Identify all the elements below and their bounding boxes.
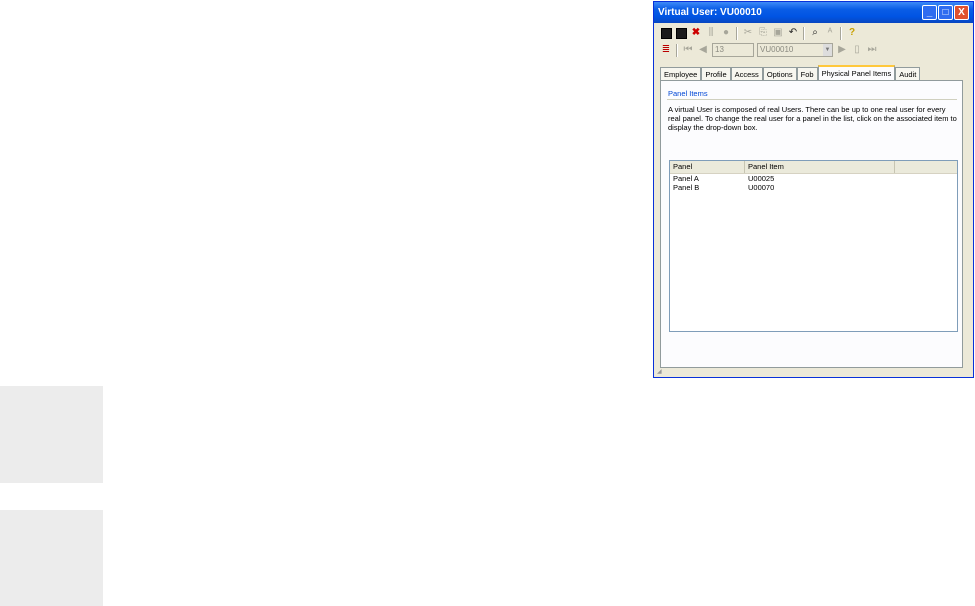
tab-strip: Employee Profile Access Options Fob Phys… bbox=[660, 65, 921, 83]
main-toolbar: ✖ ⫼ ● ✂ ⎘ ▣ ↶ ⌕ ᴬ ? bbox=[660, 25, 861, 41]
list-row[interactable]: Panel B U00070 bbox=[670, 183, 957, 192]
minimize-button[interactable]: _ bbox=[922, 5, 937, 20]
toolbar-separator bbox=[736, 26, 738, 40]
column-header-empty[interactable] bbox=[895, 161, 957, 173]
window-title: Virtual User: VU00010 bbox=[658, 7, 762, 18]
list-row[interactable]: Panel A U00025 bbox=[670, 174, 957, 183]
cell-panel: Panel A bbox=[673, 174, 699, 183]
group-title: Panel Items bbox=[668, 89, 708, 98]
record-list-icon[interactable]: ≣ bbox=[660, 44, 672, 56]
navigation-toolbar: ≣ ⏮ ◀ 13 VU00010 ▼ ▶ ▯ ⏭ bbox=[660, 42, 881, 58]
maximize-button[interactable]: □ bbox=[938, 5, 953, 20]
cell-panel-item[interactable]: U00025 bbox=[745, 174, 895, 183]
toolbar-separator bbox=[840, 26, 842, 40]
record-select[interactable]: VU00010 ▼ bbox=[757, 43, 833, 57]
record-icon[interactable]: ● bbox=[720, 27, 732, 39]
column-header-panel[interactable]: Panel bbox=[670, 161, 745, 173]
copy-icon[interactable]: ⎘ bbox=[757, 27, 769, 39]
columns-icon[interactable]: ⫼ bbox=[705, 27, 717, 39]
virtual-user-window: Virtual User: VU00010 _ □ X ✖ ⫼ ● ✂ ⎘ ▣ … bbox=[653, 1, 974, 378]
cut-icon[interactable]: ✂ bbox=[742, 27, 754, 39]
first-record-icon[interactable]: ⏮ bbox=[682, 44, 694, 56]
gray-block-top bbox=[0, 386, 103, 483]
tab-audit[interactable]: Audit bbox=[895, 67, 921, 81]
group-description: A virtual User is composed of real Users… bbox=[668, 105, 957, 132]
save-close-icon[interactable] bbox=[675, 27, 687, 39]
column-header-panel-item[interactable]: Panel Item bbox=[745, 161, 895, 173]
tab-employee[interactable]: Employee bbox=[660, 67, 702, 81]
paste-icon[interactable]: ▣ bbox=[772, 27, 784, 39]
tab-profile[interactable]: Profile bbox=[701, 67, 731, 81]
find-icon[interactable]: ⌕ bbox=[809, 27, 821, 39]
record-select-value: VU00010 bbox=[760, 45, 794, 54]
list-header: Panel Panel Item bbox=[670, 161, 957, 174]
help-icon[interactable]: ? bbox=[846, 27, 858, 39]
toolbar-separator bbox=[676, 43, 678, 57]
panel-items-list[interactable]: Panel Panel Item Panel A U00025 Panel B … bbox=[669, 160, 958, 332]
cell-panel: Panel B bbox=[673, 183, 700, 192]
group-divider bbox=[667, 99, 957, 100]
title-bar[interactable]: Virtual User: VU00010 _ □ X bbox=[654, 2, 973, 23]
delete-icon[interactable]: ✖ bbox=[690, 27, 702, 39]
gray-block-bottom bbox=[0, 510, 103, 606]
save-icon[interactable] bbox=[660, 27, 672, 39]
tab-access[interactable]: Access bbox=[730, 67, 763, 81]
dropdown-arrow-icon[interactable]: ▼ bbox=[823, 44, 832, 56]
toolbar-separator bbox=[803, 26, 805, 40]
new-record-icon[interactable]: ▯ bbox=[851, 44, 863, 56]
spellcheck-icon[interactable]: ᴬ bbox=[824, 27, 836, 39]
resize-grip-icon[interactable]: ◢ bbox=[657, 368, 662, 375]
tab-options[interactable]: Options bbox=[762, 67, 797, 81]
record-number-field[interactable]: 13 bbox=[712, 43, 754, 57]
undo-icon[interactable]: ↶ bbox=[787, 27, 799, 39]
close-button[interactable]: X bbox=[954, 5, 969, 20]
tab-fob[interactable]: Fob bbox=[796, 67, 818, 81]
previous-record-icon[interactable]: ◀ bbox=[697, 44, 709, 56]
cell-panel-item[interactable]: U00070 bbox=[745, 183, 895, 192]
tab-panel: Panel Items A virtual User is composed o… bbox=[660, 80, 963, 368]
next-record-icon[interactable]: ▶ bbox=[836, 44, 848, 56]
last-record-icon[interactable]: ⏭ bbox=[866, 44, 878, 56]
